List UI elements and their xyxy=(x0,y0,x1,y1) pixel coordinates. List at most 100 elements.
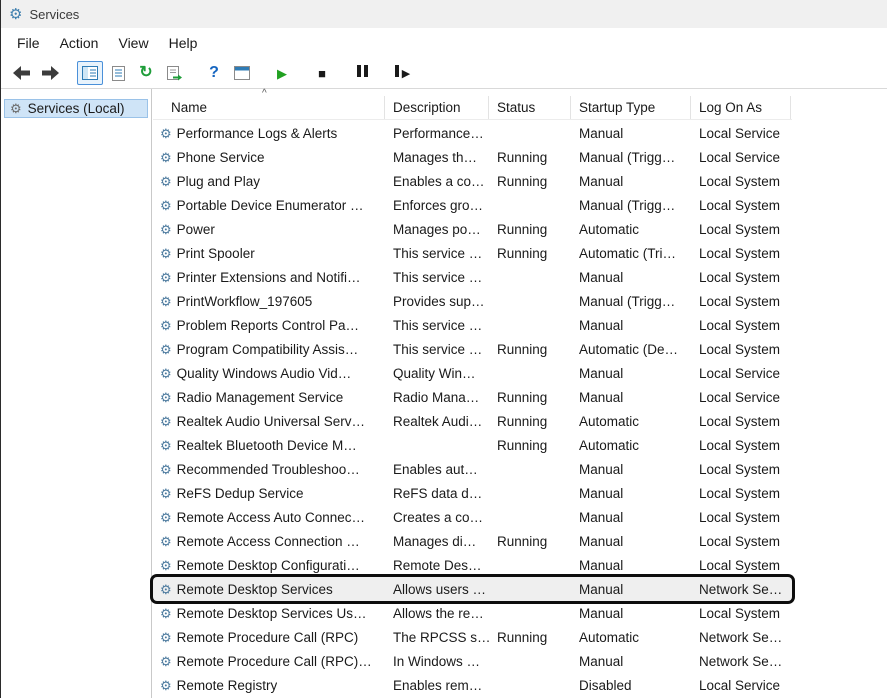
refresh-button[interactable]: ↻ xyxy=(133,61,159,85)
service-gear-icon: ⚙ xyxy=(160,367,172,380)
service-description-cell: This service … xyxy=(385,318,489,333)
service-description-cell: Creates a co… xyxy=(385,510,489,525)
table-row[interactable]: ⚙Radio Management ServiceRadio Mana…Runn… xyxy=(153,385,792,409)
table-row[interactable]: ⚙Realtek Bluetooth Device M…RunningAutom… xyxy=(153,433,792,457)
table-row[interactable]: ⚙Remote Access Connection …Manages di…Ru… xyxy=(153,529,792,553)
startup-type-cell: Manual xyxy=(571,534,691,549)
column-header-startup-type[interactable]: Startup Type xyxy=(571,96,691,119)
service-gear-icon: ⚙ xyxy=(160,559,172,572)
service-gear-icon: ⚙ xyxy=(160,631,172,644)
services-node-icon: ⚙ xyxy=(10,102,22,115)
toolbar-separator xyxy=(65,61,77,85)
properties-button[interactable] xyxy=(229,61,255,85)
startup-type-cell: Manual xyxy=(571,486,691,501)
service-description-cell: Enables a co… xyxy=(385,174,489,189)
service-gear-icon: ⚙ xyxy=(160,247,172,260)
startup-type-cell: Manual (Trigg… xyxy=(571,294,691,309)
service-name-text: Quality Windows Audio Vid… xyxy=(177,366,352,381)
service-description-cell: Enables rem… xyxy=(385,678,489,693)
service-status-cell: Running xyxy=(489,222,571,237)
service-description-cell: Allows the re… xyxy=(385,606,489,621)
service-status-cell: Running xyxy=(489,246,571,261)
table-row[interactable]: ⚙Realtek Audio Universal Serv…Realtek Au… xyxy=(153,409,792,433)
service-name-cell: ⚙Realtek Bluetooth Device M… xyxy=(153,438,385,453)
table-row[interactable]: ⚙Plug and PlayEnables a co…RunningManual… xyxy=(153,169,792,193)
table-row[interactable]: ⚙Program Compatibility Assis…This servic… xyxy=(153,337,792,361)
table-row[interactable]: ⚙Problem Reports Control Pa…This service… xyxy=(153,313,792,337)
log-on-as-cell: Local System xyxy=(691,270,791,285)
table-row[interactable]: ⚙Phone ServiceManages th…RunningManual (… xyxy=(153,145,792,169)
table-row[interactable]: ⚙Recommended Troubleshoo…Enables aut…Man… xyxy=(153,457,792,481)
back-button[interactable] xyxy=(9,61,35,85)
service-gear-icon: ⚙ xyxy=(160,487,172,500)
table-row[interactable]: ⚙Remote Procedure Call (RPC)The RPCSS s…… xyxy=(153,625,792,649)
table-row[interactable]: ⚙Remote Procedure Call (RPC)…In Windows … xyxy=(153,649,792,673)
menu-item-help[interactable]: Help xyxy=(159,31,208,55)
table-row[interactable]: ⚙Performance Logs & AlertsPerformance…Ma… xyxy=(153,121,792,145)
service-name-cell: ⚙Program Compatibility Assis… xyxy=(153,342,385,357)
service-description-cell: Enables aut… xyxy=(385,462,489,477)
startup-type-cell: Automatic (De… xyxy=(571,342,691,357)
startup-type-cell: Manual xyxy=(571,582,691,597)
log-on-as-cell: Local System xyxy=(691,606,791,621)
service-name-cell: ⚙Remote Access Connection … xyxy=(153,534,385,549)
table-row[interactable]: ⚙Quality Windows Audio Vid…Quality Win…M… xyxy=(153,361,792,385)
service-description-cell: In Windows … xyxy=(385,654,489,669)
column-header-description[interactable]: Description xyxy=(385,96,489,119)
table-row[interactable]: ⚙PrintWorkflow_197605Provides sup…Manual… xyxy=(153,289,792,313)
table-row[interactable]: ⚙Remote RegistryEnables rem…DisabledLoca… xyxy=(153,673,792,697)
column-header-name[interactable]: Name xyxy=(153,96,385,119)
table-row[interactable]: ⚙Printer Extensions and Notifi…This serv… xyxy=(153,265,792,289)
export-button[interactable] xyxy=(161,61,187,85)
pause-service-button[interactable] xyxy=(349,61,375,85)
log-on-as-cell: Local Service xyxy=(691,126,791,141)
menu-item-view[interactable]: View xyxy=(108,31,158,55)
service-gear-icon: ⚙ xyxy=(160,151,172,164)
table-row[interactable]: ⚙Portable Device Enumerator …Enforces gr… xyxy=(153,193,792,217)
service-description-cell: Radio Mana… xyxy=(385,390,489,405)
table-row[interactable]: ⚙ReFS Dedup ServiceReFS data d…ManualLoc… xyxy=(153,481,792,505)
service-name-text: Printer Extensions and Notifi… xyxy=(177,270,361,285)
menu-item-file[interactable]: File xyxy=(7,31,50,55)
service-description-cell: Provides sup… xyxy=(385,294,489,309)
log-on-as-cell: Local System xyxy=(691,222,791,237)
help-button[interactable]: ? xyxy=(201,61,227,85)
service-gear-icon: ⚙ xyxy=(160,271,172,284)
table-row[interactable]: ⚙Print SpoolerThis service …RunningAutom… xyxy=(153,241,792,265)
startup-type-cell: Manual xyxy=(571,510,691,525)
table-row[interactable]: ⚙Remote Desktop ServicesAllows users …Ma… xyxy=(153,577,792,601)
log-on-as-cell: Local System xyxy=(691,342,791,357)
service-name-text: Program Compatibility Assis… xyxy=(177,342,359,357)
service-status-cell: Running xyxy=(489,438,571,453)
menu-item-action[interactable]: Action xyxy=(50,31,109,55)
log-on-as-cell: Local Service xyxy=(691,150,791,165)
document-list-icon xyxy=(112,66,125,81)
column-header-status[interactable]: Status xyxy=(489,96,571,119)
export-list-button[interactable] xyxy=(105,61,131,85)
title-bar: ⚙ Services xyxy=(1,0,887,28)
restart-service-button[interactable]: ▶ xyxy=(389,61,415,85)
log-on-as-cell: Local System xyxy=(691,414,791,429)
pause-service-icon xyxy=(355,64,369,82)
service-name-text: PrintWorkflow_197605 xyxy=(177,294,313,309)
sidebar-item-services-local[interactable]: ⚙ Services (Local) xyxy=(4,99,148,118)
service-name-text: Print Spooler xyxy=(177,246,255,261)
startup-type-cell: Automatic xyxy=(571,222,691,237)
table-row[interactable]: ⚙PowerManages po…RunningAutomaticLocal S… xyxy=(153,217,792,241)
table-row[interactable]: ⚙ Remote Access Auto Connec… Creates a co…… xyxy=(153,505,792,529)
table-row[interactable]: ⚙Remote Desktop Services Us…Allows the r… xyxy=(153,601,792,625)
forward-button[interactable] xyxy=(37,61,63,85)
export-document-icon xyxy=(167,66,182,81)
service-status-cell: Running xyxy=(489,174,571,189)
start-service-button[interactable]: ▶ xyxy=(269,61,295,85)
table-row[interactable]: ⚙Remote Desktop Configurati…Remote Des…M… xyxy=(153,553,792,577)
window-title: Services xyxy=(29,7,79,22)
stop-service-button[interactable]: ■ xyxy=(309,61,335,85)
service-gear-icon: ⚙ xyxy=(160,511,172,524)
log-on-as-cell: Local System xyxy=(691,510,791,525)
show-hide-console-tree-button[interactable] xyxy=(77,61,103,85)
toolbar: ↻ ? ▶ ■ xyxy=(1,58,887,89)
service-name-text: Remote Access Auto Connec… xyxy=(177,510,365,525)
service-gear-icon: ⚙ xyxy=(160,415,172,428)
column-header-log-on-as[interactable]: Log On As xyxy=(691,96,791,119)
